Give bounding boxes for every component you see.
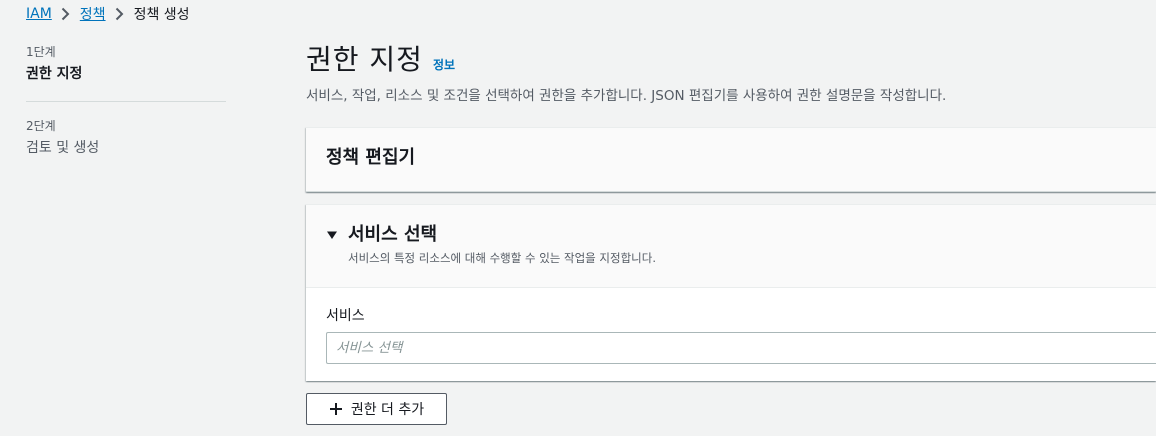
service-section-title: 서비스 선택 [348,224,438,245]
service-field-label: 서비스 [326,308,365,324]
service-select-body: 서비스 [306,288,1156,364]
service-section-toggle[interactable]: 서비스 선택 [326,223,437,247]
chevron-right-icon [52,4,80,24]
policy-editor-panel: 정책 편집기 [306,127,1156,192]
chevron-right-icon [106,4,134,24]
step-2-title: 검토 및 생성 [26,140,100,156]
step-1: 1단계 권한 지정 [26,44,226,84]
step-divider [26,101,226,102]
info-link[interactable]: 정보 [433,56,455,73]
step-2: 2단계 검토 및 생성 [26,118,226,158]
service-input[interactable] [326,332,1156,364]
service-select-header: 서비스 선택 서비스의 특정 리소스에 대해 수행할 수 있는 작업을 지정합니… [306,205,1156,288]
step-2-number: 2단계 [26,119,56,133]
page-title: 권한 지정 [306,43,423,76]
step-1-title: 권한 지정 [26,66,83,82]
step-1-number: 1단계 [26,45,56,59]
page-header: 권한 지정 정보 [306,40,1156,80]
service-section-description: 서비스의 특정 리소스에 대해 수행할 수 있는 작업을 지정합니다. [348,251,656,265]
wizard-steps: 1단계 권한 지정 2단계 검토 및 생성 [26,44,226,158]
plus-icon [329,402,343,416]
service-select-panel: 서비스 선택 서비스의 특정 리소스에 대해 수행할 수 있는 작업을 지정합니… [306,204,1156,381]
page-description: 서비스, 작업, 리소스 및 조건을 선택하여 권한을 추가합니다. JSON … [306,88,947,104]
main-content: 권한 지정 정보 서비스, 작업, 리소스 및 조건을 선택하여 권한을 추가합… [306,40,1156,106]
add-more-permissions-button[interactable]: 권한 더 추가 [306,393,447,425]
breadcrumb: IAM 정책 정책 생성 [26,4,190,24]
add-more-permissions-label: 권한 더 추가 [350,402,425,418]
breadcrumb-policies[interactable]: 정책 [80,4,106,24]
caret-down-icon [326,229,338,241]
policy-editor-title: 정책 편집기 [326,147,416,168]
breadcrumb-iam[interactable]: IAM [26,6,52,22]
breadcrumb-create-policy: 정책 생성 [133,7,190,23]
